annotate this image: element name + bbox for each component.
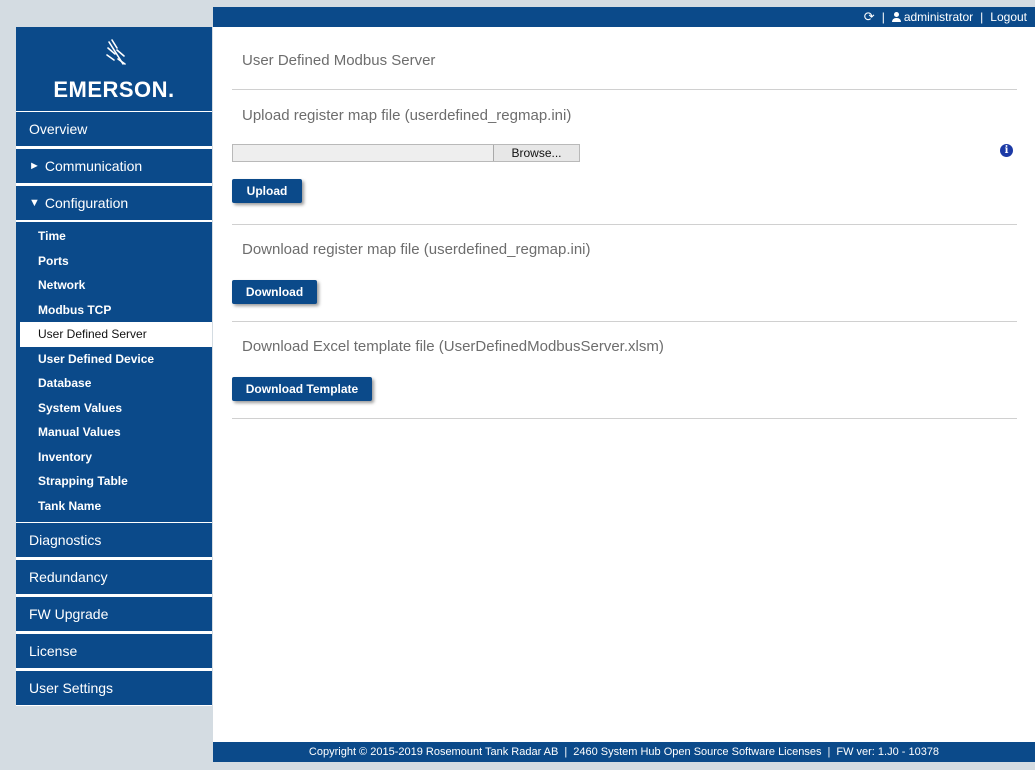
separator: | — [980, 10, 984, 24]
download-section-title: Download register map file (userdefined_… — [242, 241, 591, 258]
nav-user-settings[interactable]: User Settings — [16, 670, 212, 706]
subnav-inventory[interactable]: Inventory — [16, 445, 212, 470]
nav-license[interactable]: License — [16, 633, 212, 669]
subnav-manual-values[interactable]: Manual Values — [16, 420, 212, 445]
nav-label: License — [29, 643, 78, 659]
copyright-text: Copyright © 2015-2019 Rosemount Tank Rad… — [308, 746, 559, 758]
subnav-strapping-table[interactable]: Strapping Table — [16, 469, 212, 494]
main-content: User Defined Modbus Server Upload regist… — [213, 27, 1035, 742]
logout-link[interactable]: Logout — [990, 10, 1027, 24]
nav-overview[interactable]: Overview — [16, 111, 212, 147]
subnav-system-values[interactable]: System Values — [16, 396, 212, 421]
nav-label: FW Upgrade — [29, 606, 109, 622]
nav-label: User Settings — [29, 680, 114, 696]
nav-redundancy[interactable]: Redundancy — [16, 559, 212, 595]
nav-fw-upgrade[interactable]: FW Upgrade — [16, 596, 212, 632]
divider — [232, 321, 1017, 322]
subnav-database[interactable]: Database — [16, 371, 212, 396]
page-title: User Defined Modbus Server — [242, 52, 436, 69]
separator: | — [881, 10, 885, 24]
subnav-modbus-tcp[interactable]: Modbus TCP — [16, 298, 212, 323]
divider — [232, 224, 1017, 225]
emerson-logo[interactable]: EMERSON. — [16, 27, 212, 111]
triangle-right-icon: ► — [29, 160, 40, 172]
nav-label: Redundancy — [29, 569, 108, 585]
footer: Copyright © 2015-2019 Rosemount Tank Rad… — [213, 742, 1035, 762]
download-button[interactable]: Download — [232, 280, 317, 304]
username: administrator — [903, 10, 974, 24]
info-icon[interactable]: i — [1000, 144, 1013, 157]
nav-label: Overview — [29, 121, 88, 137]
subnav-user-defined-server[interactable]: User Defined Server — [16, 322, 212, 347]
template-section-title: Download Excel template file (UserDefine… — [242, 338, 664, 355]
nav-label: Configuration — [44, 195, 129, 211]
firmware-version: FW ver: 1.J0 - 10378 — [836, 746, 940, 758]
licenses-link[interactable]: 2460 System Hub Open Source Software Lic… — [573, 746, 821, 758]
sidebar: EMERSON. Overview ► Communication ▼ Config… — [16, 27, 212, 706]
subnav-tank-name[interactable]: Tank Name — [16, 494, 212, 519]
configuration-submenu: Time Ports Network Modbus TCP User Defin… — [16, 222, 212, 522]
bottom-strip — [0, 762, 1035, 770]
triangle-down-icon: ▼ — [29, 197, 40, 209]
user-icon — [891, 12, 901, 22]
upload-section-title: Upload register map file (userdefined_re… — [242, 107, 572, 124]
logo-wordmark: EMERSON. — [53, 77, 175, 102]
user-bar: ⟳ | administrator | Logout — [213, 7, 1035, 27]
refresh-icon[interactable]: ⟳ — [864, 9, 875, 25]
subnav-ports[interactable]: Ports — [16, 249, 212, 274]
download-template-button[interactable]: Download Template — [232, 377, 372, 401]
emerson-mark-icon — [106, 39, 126, 65]
nav-configuration[interactable]: ▼ Configuration — [16, 185, 212, 221]
nav-label: Diagnostics — [29, 532, 102, 548]
nav-label: Communication — [44, 158, 143, 174]
subnav-network[interactable]: Network — [16, 273, 212, 298]
separator: | — [564, 746, 568, 758]
nav-communication[interactable]: ► Communication — [16, 148, 212, 184]
file-input[interactable]: Browse... — [232, 144, 580, 162]
upload-button[interactable]: Upload — [232, 179, 302, 203]
nav-diagnostics[interactable]: Diagnostics — [16, 522, 212, 558]
user-menu[interactable]: administrator — [891, 10, 974, 24]
file-path-field[interactable] — [233, 145, 493, 161]
subnav-user-defined-device[interactable]: User Defined Device — [16, 347, 212, 372]
top-strip — [0, 0, 1035, 7]
browse-button[interactable]: Browse... — [493, 145, 579, 161]
divider — [232, 89, 1017, 90]
subnav-time[interactable]: Time — [16, 224, 212, 249]
divider — [232, 418, 1017, 419]
separator: | — [827, 746, 831, 758]
